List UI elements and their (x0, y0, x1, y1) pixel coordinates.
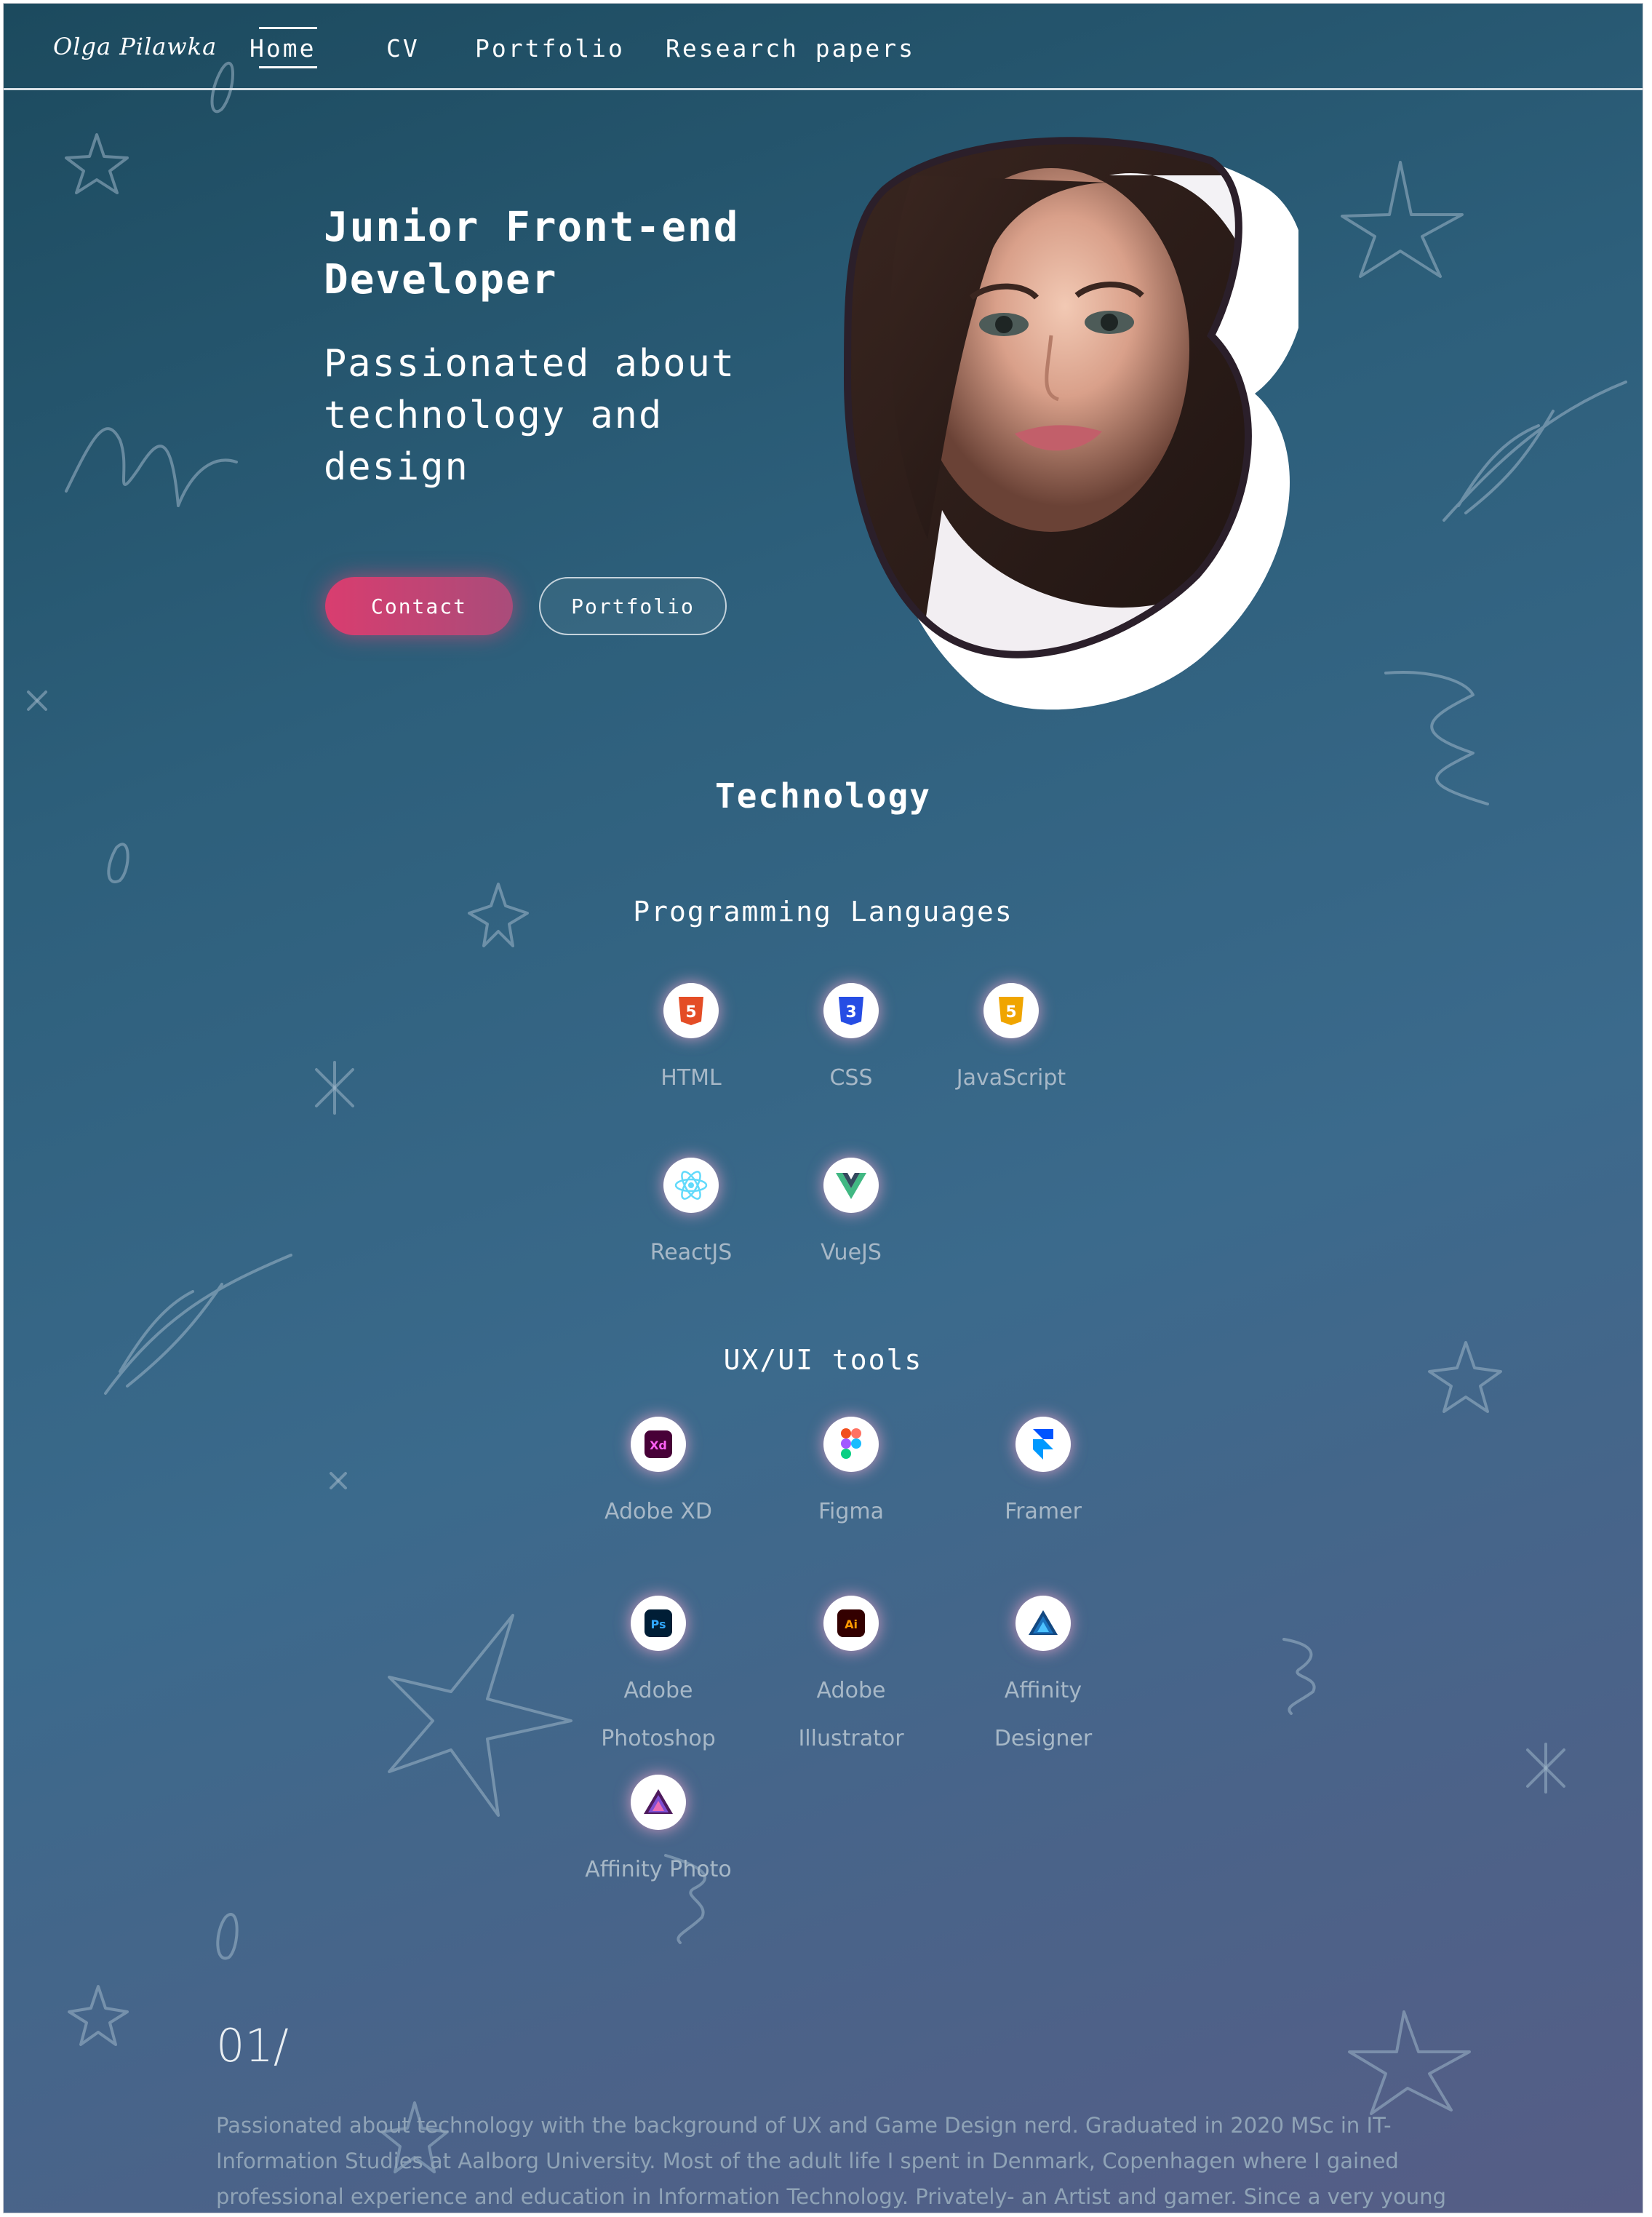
portfolio-button[interactable]: Portfolio (539, 577, 727, 635)
doodle-asterisk-icon (1526, 1748, 1565, 1788)
doodle-star-icon (1348, 2010, 1471, 2115)
tech-item-adobe-illustrator: Ai Adobe Illustrator (764, 1596, 938, 1763)
background-doodles (27, 61, 1627, 2173)
section-number: 01/ (216, 2019, 289, 2072)
tech-item-reactjs: ReactJS (604, 1158, 778, 1277)
top-nav: Olga Pilawka Home CV Portfolio Research … (4, 4, 1643, 90)
tech-item-figma: Figma (764, 1417, 938, 1536)
svg-text:3: 3 (845, 1003, 856, 1022)
tech-label: VueJS (821, 1240, 882, 1265)
ux-ui-tools-title: UX/UI tools (723, 1344, 923, 1376)
doodle-asterisk-icon (330, 1472, 347, 1489)
page: Olga Pilawka Home CV Portfolio Research … (3, 3, 1643, 2213)
tech-item-framer: Framer (956, 1417, 1130, 1536)
profile-portrait (843, 137, 1298, 710)
tech-label: Affinity Designer (994, 1678, 1093, 1751)
vue-icon (823, 1158, 879, 1213)
framer-icon (1015, 1417, 1071, 1472)
tech-label: Adobe Illustrator (798, 1678, 904, 1751)
tech-item-javascript: 5 JavaScript (924, 983, 1098, 1102)
technology-title: Technology (715, 776, 931, 816)
react-icon (663, 1158, 719, 1213)
css3-icon: 3 (823, 983, 879, 1038)
tech-label: Adobe Photoshop (601, 1678, 716, 1751)
intro-paragraph: Passionated about technology with the ba… (216, 2113, 1446, 2209)
affinity-photo-icon (631, 1775, 686, 1830)
tech-label: Affinity Photo (585, 1857, 732, 1882)
doodle-asterisk-icon (330, 1472, 347, 1489)
svg-text:Ai: Ai (845, 1617, 858, 1631)
figma-icon (823, 1417, 879, 1472)
affinity-designer-icon (1015, 1596, 1071, 1651)
tech-label: Figma (818, 1499, 885, 1524)
active-indicator-top (259, 27, 317, 29)
portrait-photo (847, 140, 1248, 655)
svg-text:Ps: Ps (651, 1617, 666, 1631)
tech-label: Framer (1005, 1499, 1082, 1524)
tech-label: JavaScript (956, 1065, 1066, 1091)
doodle-scribble-icon (65, 427, 238, 507)
photoshop-icon: Ps (631, 1596, 686, 1651)
doodle-oval-icon (107, 843, 129, 883)
javascript-icon: 5 (983, 983, 1039, 1038)
tech-item-affinity-photo: Affinity Photo (571, 1775, 746, 1894)
tech-label: HTML (661, 1065, 722, 1091)
html5-icon: 5 (663, 983, 719, 1038)
active-indicator-bottom (259, 66, 317, 68)
doodle-star-icon (388, 1614, 572, 1817)
tech-label: Adobe XD (604, 1499, 713, 1524)
tech-label: ReactJS (650, 1240, 733, 1265)
doodle-leaf-icon (1442, 381, 1627, 522)
nav-link-portfolio[interactable]: Portfolio (475, 34, 625, 63)
tech-item-html: 5 HTML (604, 983, 778, 1102)
adobe-xd-icon: Xd (631, 1417, 686, 1472)
tech-label: CSS (829, 1065, 873, 1091)
doodle-star-icon (1341, 161, 1464, 278)
site-logo[interactable]: Olga Pilawka (53, 33, 217, 60)
doodle-asterisk-icon (315, 1068, 354, 1107)
doodle-asterisk-icon (315, 1068, 354, 1107)
doodle-asterisk-icon (1526, 1748, 1565, 1788)
doodle-asterisk-icon (27, 690, 47, 711)
contact-button[interactable]: Contact (325, 577, 513, 635)
hero-title: Junior Front-end Developer (324, 204, 740, 303)
doodle-asterisk-icon (27, 690, 47, 711)
nav-link-home[interactable]: Home (250, 34, 316, 63)
doodle-zigzag-icon (1282, 1638, 1316, 1715)
doodle-star-icon (65, 133, 129, 194)
svg-text:5: 5 (685, 1003, 696, 1022)
svg-text:Xd: Xd (650, 1438, 667, 1452)
tech-item-css: 3 CSS (764, 983, 938, 1102)
hero-subtitle: Passionated about technology and design (324, 342, 736, 489)
tech-item-vuejs: VueJS (764, 1158, 938, 1277)
programming-languages-title: Programming Languages (633, 896, 1013, 928)
tech-item-affinity-designer: Affinity Designer (956, 1596, 1130, 1763)
tech-item-adobe-photoshop: Ps Adobe Photoshop (571, 1596, 746, 1763)
svg-text:5: 5 (1005, 1003, 1016, 1022)
doodle-oval-icon (216, 1913, 239, 1960)
doodle-star-icon (68, 1985, 129, 2046)
nav-link-research-papers[interactable]: Research papers (666, 34, 915, 63)
tech-item-adobe-xd: Xd Adobe XD (571, 1417, 746, 1536)
nav-link-cv[interactable]: CV (386, 34, 420, 63)
illustrator-icon: Ai (823, 1596, 879, 1651)
